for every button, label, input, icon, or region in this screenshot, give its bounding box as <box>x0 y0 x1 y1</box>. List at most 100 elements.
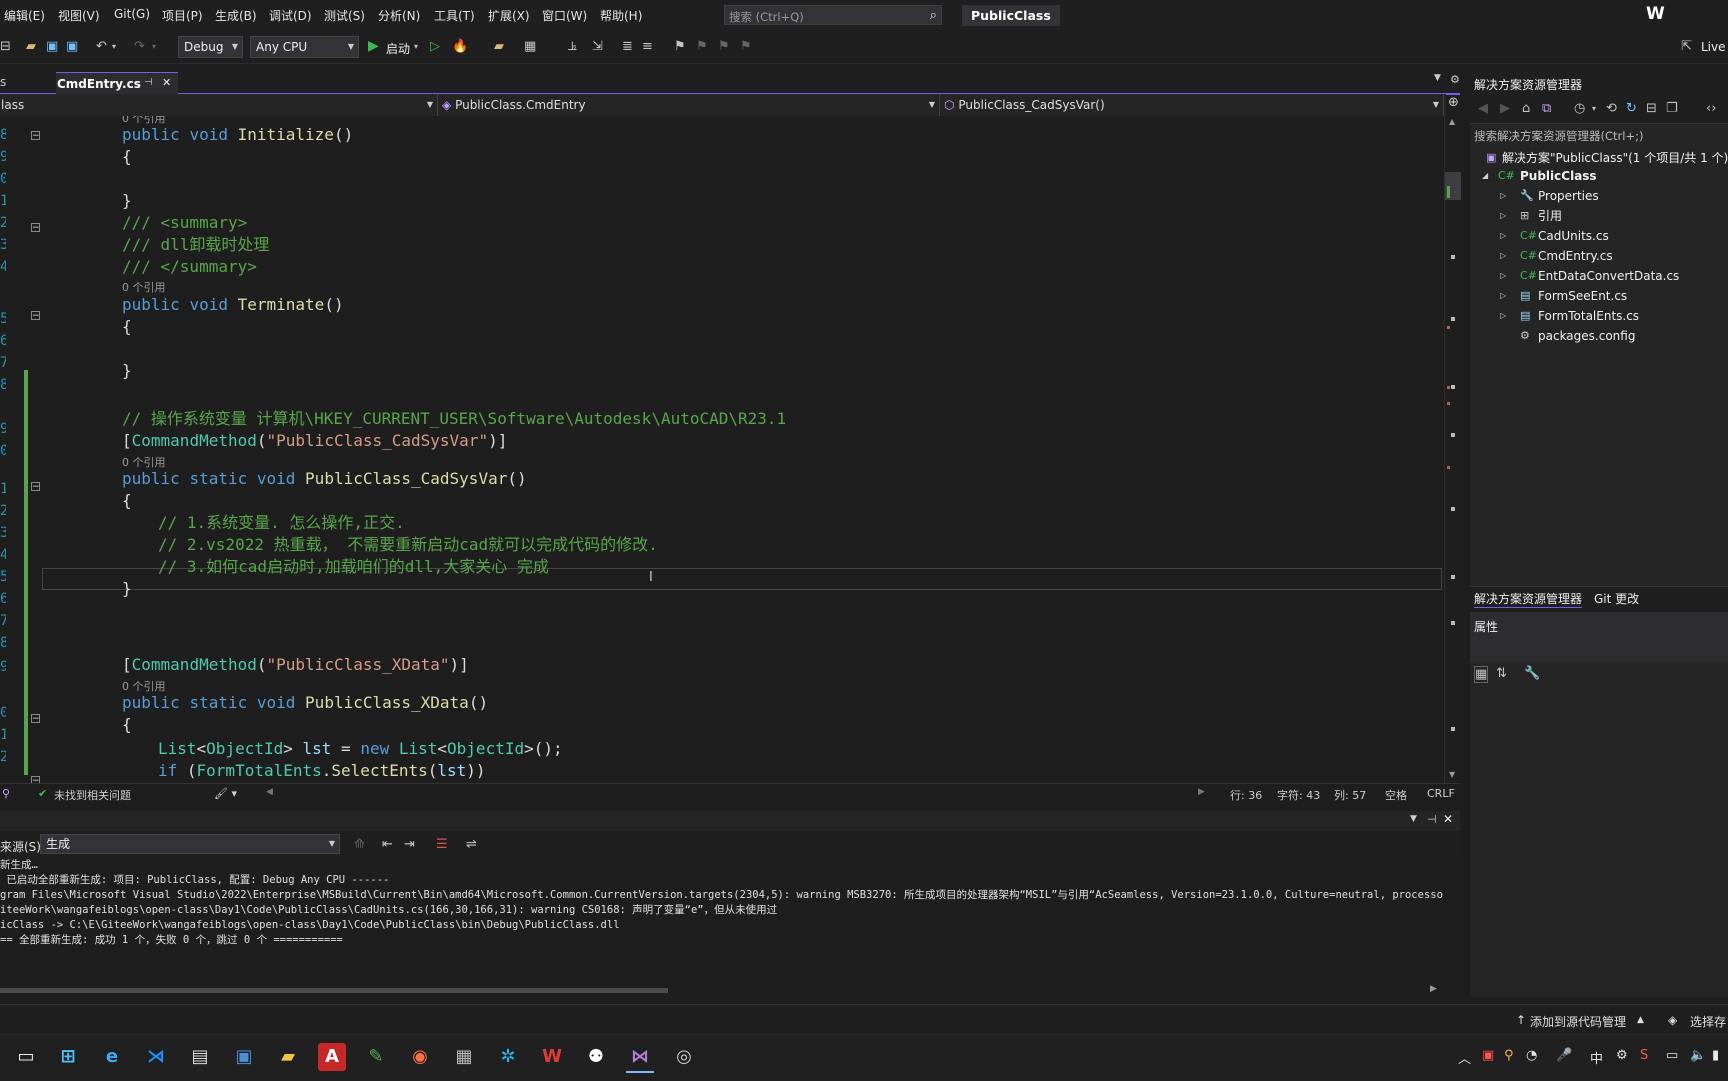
select-repo-button[interactable]: 选择存 <box>1690 1013 1726 1030</box>
editor-scrollbar[interactable]: ▲ ▼ <box>1444 116 1461 783</box>
scroll-down-icon[interactable]: ▼ <box>1449 770 1455 779</box>
notepad-icon[interactable]: ✎ <box>362 1043 390 1071</box>
fold-toggle-icon[interactable]: − <box>31 311 40 321</box>
file-explorer-icon[interactable]: ▰ <box>274 1043 302 1071</box>
menu-edit[interactable]: 编辑(E) <box>4 7 45 24</box>
forward-icon[interactable]: ▶ <box>1500 101 1510 116</box>
menu-window[interactable]: 窗口(W) <box>542 7 587 24</box>
type-nav-select[interactable]: ◈ PublicClass.CmdEntry ▼ <box>440 94 940 116</box>
cleanup-icon[interactable]: 🖌 ▾ <box>214 787 237 800</box>
volume-icon[interactable]: 🔈 <box>1690 1048 1706 1063</box>
bookmark-next-icon[interactable]: ⚑ <box>718 39 730 54</box>
undo-icon[interactable]: ↶ <box>96 39 107 54</box>
alphabetical-icon[interactable]: ⇅ <box>1496 666 1507 681</box>
hscroll-right-icon[interactable]: ▶ <box>1198 787 1205 797</box>
windows-start-icon[interactable]: ⊞ <box>54 1043 82 1071</box>
menu-project[interactable]: 项目(P) <box>162 7 203 24</box>
collapsed-triangle-icon[interactable]: ▷ <box>1500 206 1506 226</box>
menu-help[interactable]: 帮助(H) <box>600 7 642 24</box>
browse-folder-icon[interactable]: ▰ <box>494 39 504 54</box>
bookmark-icon[interactable]: ⚑ <box>674 39 686 54</box>
collapsed-triangle-icon[interactable]: ▷ <box>1500 286 1506 306</box>
pending-changes-icon[interactable]: ◷ <box>1574 101 1585 116</box>
close-icon[interactable]: ✕ <box>162 76 171 89</box>
output-hscrollbar[interactable]: ▶ <box>0 983 1446 997</box>
terminal-icon[interactable]: ▤ <box>186 1043 214 1071</box>
copilot-icon[interactable]: ⚲ <box>2 787 10 800</box>
tray-app-icon[interactable]: ▣ <box>1482 1048 1494 1063</box>
live-share-icon[interactable]: ⇱ <box>1681 39 1692 54</box>
cursor-col[interactable]: 列: 57 <box>1334 787 1366 803</box>
fold-toggle-icon[interactable]: − <box>31 714 40 724</box>
show-all-files-icon[interactable]: ❐ <box>1666 101 1678 116</box>
microphone-icon[interactable]: 🎤 <box>1556 1048 1572 1063</box>
bookmark-clear-icon[interactable]: ⚑ <box>740 39 752 54</box>
fold-toggle-icon[interactable]: − <box>31 131 40 141</box>
network-icon[interactable]: ▭ <box>1666 1048 1678 1063</box>
expanded-triangle-icon[interactable]: ◢ <box>1482 166 1488 186</box>
sync-icon[interactable]: ⟲ <box>1606 101 1617 116</box>
pin-icon[interactable]: ⊣ <box>1427 813 1437 826</box>
fold-toggle-icon[interactable]: − <box>31 223 40 233</box>
next-message-icon[interactable]: ⇥ <box>404 837 415 852</box>
indent-icon[interactable]: ≣ <box>622 39 633 54</box>
start-dropdown-icon[interactable]: ▾ <box>414 42 418 51</box>
panel-menu-icon[interactable]: ▼ <box>1410 814 1417 824</box>
hot-reload-icon[interactable]: 🔥 <box>452 39 468 54</box>
wps-icon[interactable]: W <box>538 1043 566 1071</box>
tray-chat-icon[interactable]: ◔ <box>1526 1048 1537 1063</box>
chevron-up-icon[interactable]: ▲ <box>1637 1015 1644 1025</box>
step-icon[interactable]: ⇲ <box>592 39 603 54</box>
save-all-icon[interactable]: ▣ <box>66 39 78 54</box>
collapsed-triangle-icon[interactable]: ▷ <box>1500 186 1506 206</box>
split-icon[interactable]: ⊕ <box>1448 95 1459 110</box>
autocad-icon[interactable]: A <box>318 1043 346 1071</box>
menu-git[interactable]: Git(G) <box>114 7 150 21</box>
menu-view[interactable]: 视图(V) <box>58 7 100 24</box>
bookmark-prev-icon[interactable]: ⚑ <box>696 39 708 54</box>
scroll-up-icon[interactable]: ▲ <box>1449 117 1455 126</box>
obs-icon[interactable]: ◎ <box>670 1043 698 1071</box>
clear-all-icon[interactable]: ☰ <box>436 837 448 852</box>
outdent-icon[interactable]: ≡ <box>642 39 653 54</box>
menu-analyze[interactable]: 分析(N) <box>378 7 420 24</box>
edge-browser-icon[interactable]: e <box>98 1043 126 1071</box>
output-scrollbar[interactable]: ▲ ▼ <box>1444 858 1446 983</box>
ime-indicator[interactable]: 中 <box>1590 1048 1603 1067</box>
cursor-row[interactable]: 行: 36 <box>1230 787 1262 803</box>
tab-git-changes[interactable]: Git 更改 <box>1594 590 1639 607</box>
property-pages-icon[interactable]: 🔧 <box>1524 666 1540 681</box>
open-folder-icon[interactable]: ▰ <box>26 39 36 54</box>
vscode-icon[interactable]: ⋊ <box>142 1043 170 1071</box>
fold-toggle-icon[interactable]: − <box>31 482 40 492</box>
collapsed-triangle-icon[interactable]: ▷ <box>1500 306 1506 326</box>
calculator-icon[interactable]: ▦ <box>450 1043 478 1071</box>
project-nav-select[interactable]: lass ▼ <box>0 94 438 116</box>
platform-select[interactable]: Any CPU ▼ <box>250 36 359 58</box>
collapsed-triangle-icon[interactable]: ▷ <box>1500 226 1506 246</box>
whitespace-mode[interactable]: 空格 <box>1385 787 1407 803</box>
output-text[interactable]: 新生成… 已启动全部重新生成: 项目: PublicClass, 配置: Deb… <box>0 858 1446 983</box>
tab-overflow-icon[interactable]: ▼ <box>1434 73 1441 83</box>
menu-test[interactable]: 测试(S) <box>324 7 365 24</box>
categorized-icon[interactable]: ▦ <box>1474 666 1489 683</box>
codelens-references[interactable]: 0 个引用 <box>122 281 166 295</box>
code-view-icon[interactable]: ‹› <box>1706 101 1716 116</box>
menu-extensions[interactable]: 扩展(X) <box>488 7 530 24</box>
member-nav-select[interactable]: ⬡ PublicClass_CadSysVar() ▼ <box>942 94 1444 116</box>
hscroll-thumb[interactable] <box>0 988 668 993</box>
undo-dropdown-icon[interactable]: ▾ <box>112 42 116 51</box>
switch-view-icon[interactable]: ⧉ <box>1542 101 1551 116</box>
collapsed-triangle-icon[interactable]: ▷ <box>1500 266 1506 286</box>
output-source-select[interactable]: 生成 ▼ <box>40 834 340 854</box>
tray-search-icon[interactable]: ⚲ <box>1504 1048 1514 1063</box>
layout-icon[interactable]: ▦ <box>524 39 536 54</box>
add-source-control-button[interactable]: 添加到源代码管理 <box>1530 1013 1626 1030</box>
search-icon[interactable]: ⌕ <box>930 8 937 23</box>
firefox-icon[interactable]: ◉ <box>406 1043 434 1071</box>
start-icon[interactable]: ▶ <box>368 38 379 54</box>
tab-partial[interactable]: s <box>0 75 6 89</box>
battery-icon[interactable]: ▮ <box>1712 1048 1719 1063</box>
gear-icon[interactable]: ⚙ <box>1450 73 1460 86</box>
redo-dropdown-icon[interactable]: ▾ <box>152 42 156 51</box>
